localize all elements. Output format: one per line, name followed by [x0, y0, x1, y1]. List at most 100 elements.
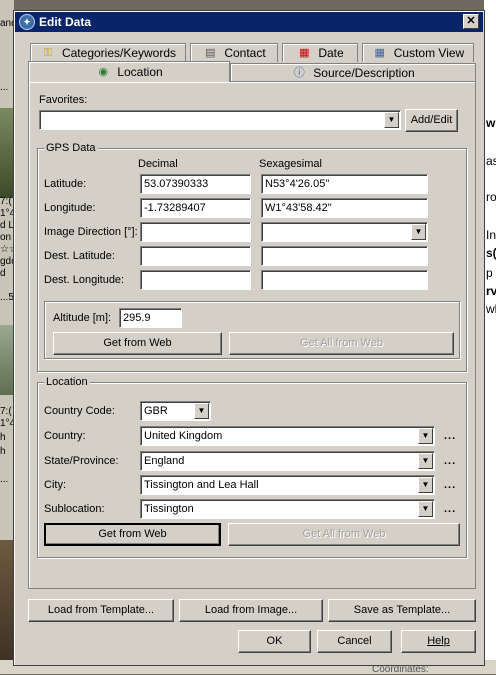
- longitude-label: Longitude:: [44, 202, 96, 214]
- background-app-right: [484, 0, 496, 674]
- dest-latitude-decimal-input[interactable]: [140, 246, 251, 266]
- favorites-dropdown[interactable]: ▼: [39, 110, 401, 130]
- tab-label: Date: [318, 46, 344, 60]
- dest-latitude-label: Dest. Latitude:: [44, 250, 115, 262]
- decimal-column-header: Decimal: [138, 158, 178, 170]
- country-code-dropdown[interactable]: GBR ▼: [140, 401, 211, 421]
- load-from-image-button[interactable]: Load from Image...: [179, 599, 323, 622]
- sublocation-dropdown[interactable]: Tissington ▼: [140, 499, 435, 519]
- background-text: w: [486, 116, 496, 130]
- background-text: d: [0, 268, 6, 279]
- background-text: 7:(: [0, 196, 12, 207]
- globe-icon: ◉: [98, 65, 109, 78]
- longitude-sexagesimal-input[interactable]: W1°43'58.42": [261, 198, 428, 218]
- state-more-button[interactable]: ...: [444, 455, 456, 467]
- sexagesimal-column-header: Sexagesimal: [259, 158, 322, 170]
- gps-get-from-web-button[interactable]: Get from Web: [53, 332, 222, 355]
- background-text: 7:(: [0, 406, 12, 417]
- chevron-down-icon[interactable]: ▼: [384, 112, 399, 128]
- altitude-input[interactable]: 295.9: [119, 308, 182, 328]
- chevron-down-icon[interactable]: ▼: [418, 477, 433, 493]
- add-edit-button[interactable]: Add/Edit: [405, 109, 458, 132]
- chevron-down-icon[interactable]: ▼: [411, 224, 426, 240]
- tab-location[interactable]: ◉ Location: [28, 61, 230, 82]
- background-text: on: [0, 232, 12, 243]
- background-text: ro: [486, 190, 496, 204]
- tab-categories-keywords[interactable]: ⚿ Categories/Keywords: [30, 43, 186, 62]
- tab-label: Source/Description: [313, 66, 415, 80]
- sublocation-value: Tissington: [144, 503, 194, 515]
- tab-label: Location: [117, 65, 163, 79]
- help-button[interactable]: Help: [401, 630, 476, 653]
- sublocation-more-button[interactable]: ...: [444, 503, 456, 515]
- tab-label: Categories/Keywords: [61, 46, 177, 60]
- country-value: United Kingdom: [144, 430, 223, 442]
- cancel-button[interactable]: Cancel: [317, 630, 392, 653]
- country-code-value: GBR: [144, 405, 168, 417]
- load-from-template-button[interactable]: Load from Template...: [28, 599, 174, 622]
- gps-data-legend: GPS Data: [44, 142, 98, 154]
- dest-longitude-sexagesimal-input[interactable]: [261, 270, 428, 290]
- city-more-button[interactable]: ...: [444, 479, 456, 491]
- location-legend: Location: [44, 376, 90, 388]
- contact-card-icon: ▤: [205, 46, 216, 59]
- tab-label: Contact: [224, 46, 266, 60]
- location-get-from-web-button[interactable]: Get from Web: [44, 523, 221, 546]
- background-thumbnail: [0, 108, 14, 198]
- chevron-down-icon[interactable]: ▼: [418, 501, 433, 517]
- background-text: s(: [486, 246, 496, 260]
- location-get-all-from-web-button[interactable]: Get All from Web: [228, 523, 460, 546]
- image-direction-label: Image Direction [°]:: [44, 226, 138, 238]
- background-text: ...: [0, 474, 9, 485]
- location-group: Location Country Code: GBR ▼ Country: Un…: [37, 376, 467, 558]
- location-tab-panel: Favorites: ▼ Add/Edit GPS Data Decimal S…: [28, 81, 476, 589]
- dest-latitude-sexagesimal-input[interactable]: [261, 246, 428, 266]
- country-dropdown[interactable]: United Kingdom ▼: [140, 426, 435, 446]
- latitude-label: Latitude:: [44, 178, 87, 190]
- altitude-group: Altitude [m]: 295.9 Get from Web Get All…: [44, 301, 460, 359]
- background-text: d L: [0, 220, 14, 231]
- city-dropdown[interactable]: Tissington and Lea Hall ▼: [140, 475, 435, 495]
- grid-view-icon: ▦: [374, 46, 385, 59]
- latitude-decimal-input[interactable]: 53.07390333: [140, 174, 251, 194]
- save-as-template-button[interactable]: Save as Template...: [328, 599, 476, 622]
- gps-data-group: GPS Data Decimal Sexagesimal Latitude: 5…: [37, 142, 467, 372]
- sublocation-label: Sublocation:: [44, 503, 105, 515]
- state-province-value: England: [144, 455, 185, 467]
- favorites-label: Favorites:: [39, 94, 88, 106]
- dest-longitude-decimal-input[interactable]: [140, 270, 251, 290]
- state-province-label: State/Province:: [44, 455, 119, 467]
- background-text: as: [486, 154, 496, 168]
- app-icon: ✦: [19, 14, 35, 30]
- tab-label: Custom View: [393, 46, 465, 60]
- chevron-down-icon[interactable]: ▼: [418, 428, 433, 444]
- window-title: Edit Data: [39, 15, 92, 29]
- country-label: Country:: [44, 430, 86, 442]
- background-text: ...: [0, 82, 9, 93]
- gps-get-all-from-web-button[interactable]: Get All from Web: [229, 332, 454, 355]
- tab-source-description[interactable]: ⓘ Source/Description: [230, 63, 476, 82]
- dest-longitude-label: Dest. Longitude:: [44, 274, 125, 286]
- chevron-down-icon[interactable]: ▼: [418, 453, 433, 469]
- title-bar[interactable]: ✦ Edit Data ✕: [15, 12, 483, 32]
- state-province-dropdown[interactable]: England ▼: [140, 451, 435, 471]
- country-more-button[interactable]: ...: [444, 430, 456, 442]
- close-button[interactable]: ✕: [463, 14, 479, 29]
- tab-custom-view[interactable]: ▦ Custom View: [362, 43, 474, 62]
- background-text: In: [486, 228, 496, 242]
- image-direction-input[interactable]: [140, 222, 251, 242]
- longitude-decimal-input[interactable]: -1.73289407: [140, 198, 251, 218]
- tab-contact[interactable]: ▤ Contact: [190, 43, 278, 62]
- tab-date[interactable]: ▦ Date: [282, 43, 358, 62]
- chevron-down-icon[interactable]: ▼: [194, 403, 209, 419]
- city-value: Tissington and Lea Hall: [144, 479, 259, 491]
- image-direction-dropdown[interactable]: ▼: [261, 222, 428, 242]
- background-text: p: [486, 266, 493, 280]
- ok-button[interactable]: OK: [238, 630, 311, 653]
- background-text: h: [0, 432, 6, 443]
- edit-data-dialog: ✦ Edit Data ✕ ⚿ Categories/Keywords ▤ Co…: [13, 10, 485, 666]
- calendar-icon: ▦: [299, 46, 310, 59]
- city-label: City:: [44, 479, 66, 491]
- key-icon: ⚿: [43, 46, 53, 59]
- latitude-sexagesimal-input[interactable]: N53°4'26.05": [261, 174, 428, 194]
